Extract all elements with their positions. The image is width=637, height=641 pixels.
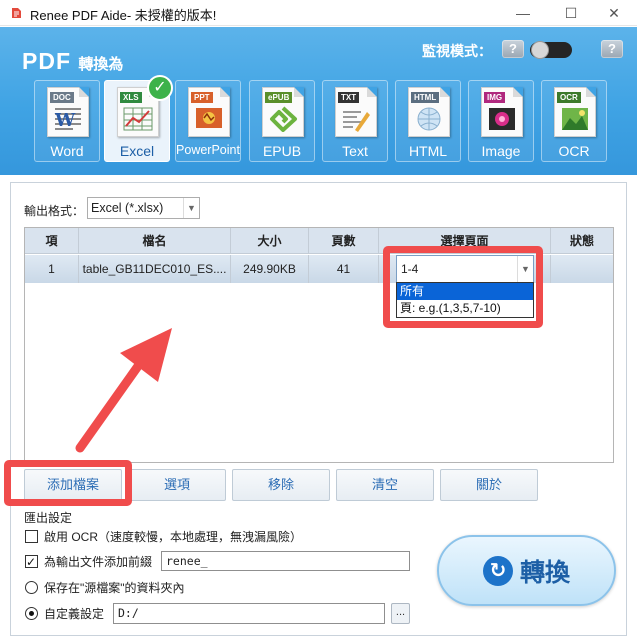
options-button[interactable]: 選項 — [128, 469, 226, 501]
ocr-tag: OCR — [557, 92, 581, 103]
format-ocr-label: OCR — [558, 143, 590, 159]
custom-path-label: 自定義設定 — [44, 607, 105, 621]
output-format-select[interactable]: Excel (*.xlsx) ▼ — [87, 197, 200, 219]
convert-button[interactable]: ↻ 轉換 — [437, 535, 616, 606]
format-powerpoint-label: PowerPoint — [176, 143, 240, 157]
epub-icon: ePUB — [262, 87, 304, 137]
browse-button[interactable]: ... — [391, 603, 410, 624]
format-word-button[interactable]: DOC W Word — [34, 80, 100, 162]
col-status[interactable]: 狀態 — [551, 228, 613, 254]
prefix-checkbox[interactable] — [25, 553, 38, 571]
prefix-input[interactable]: renee_ — [161, 551, 410, 571]
monitor-help-button[interactable]: ? — [502, 40, 524, 58]
window-title: Renee PDF Aide- 未授權的版本! — [30, 8, 217, 23]
text-tag: TXT — [338, 92, 360, 103]
header: PDF 轉換為 監視模式： ? ? DOC W Word XLS ✓ Excel — [0, 27, 637, 175]
format-image-label: Image — [481, 143, 521, 159]
col-filename[interactable]: 檔名 — [79, 228, 231, 254]
row-pages: 41 — [309, 255, 379, 283]
format-excel-label: Excel — [119, 143, 155, 159]
brand-subtitle: 轉換為 — [78, 56, 124, 73]
html-tag: HTML — [411, 92, 440, 103]
custom-path-radio[interactable] — [25, 607, 38, 620]
about-button[interactable]: 關於 — [440, 469, 538, 501]
minimize-button[interactable]: — — [500, 0, 546, 26]
ocr-checkbox[interactable] — [25, 530, 38, 543]
format-epub-button[interactable]: ePUB EPUB — [249, 80, 315, 162]
row-index: 1 — [25, 255, 79, 283]
prefix-label: 為輸出文件添加前綴 — [44, 555, 153, 569]
format-html-button[interactable]: HTML HTML — [395, 80, 461, 162]
format-excel-button[interactable]: XLS ✓ Excel — [104, 75, 173, 162]
prefix-option[interactable]: 為輸出文件添加前綴 — [25, 553, 152, 571]
row-size: 249.90KB — [231, 255, 309, 283]
col-pages[interactable]: 頁數 — [309, 228, 379, 254]
custom-path-input[interactable]: D:/ — [113, 603, 385, 624]
image-icon: IMG — [481, 87, 523, 137]
ocr-option[interactable]: 啟用 OCR（速度較慢，本地處理，無洩漏風險） — [25, 528, 302, 546]
excel-tag: XLS — [120, 92, 142, 103]
custom-path-option[interactable]: 自定義設定 — [25, 605, 104, 623]
help-button[interactable]: ? — [601, 40, 623, 58]
text-icon: TXT — [335, 87, 377, 137]
image-tag: IMG — [484, 92, 506, 103]
ocr-label: 啟用 OCR（速度較慢，本地處理，無洩漏風險） — [44, 530, 303, 544]
save-source-option[interactable]: 保存在"源檔案"的資料夾內 — [25, 579, 185, 597]
app-logo-icon — [12, 8, 21, 18]
chevron-down-icon: ▼ — [183, 198, 199, 218]
html-icon: HTML — [408, 87, 450, 137]
epub-tag: ePUB — [265, 92, 293, 103]
col-index[interactable]: 項 — [25, 228, 79, 254]
save-source-radio[interactable] — [25, 581, 38, 594]
format-epub-label: EPUB — [262, 143, 302, 159]
ocr-icon: OCR — [554, 87, 596, 137]
output-format-value: Excel (*.xlsx) — [91, 201, 164, 215]
word-icon: DOC W — [47, 87, 89, 137]
selected-check-icon: ✓ — [147, 75, 173, 101]
brand: PDF 轉換為 — [22, 48, 123, 75]
word-tag: DOC — [50, 92, 74, 103]
format-text-button[interactable]: TXT Text — [322, 80, 388, 162]
output-format-label: 輸出格式： — [24, 204, 85, 218]
svg-text:W: W — [54, 110, 76, 131]
row-status — [551, 255, 613, 283]
toggle-knob — [531, 41, 549, 59]
format-html-label: HTML — [408, 143, 448, 159]
format-ocr-button[interactable]: OCR OCR — [541, 80, 607, 162]
maximize-button[interactable]: ☐ — [548, 0, 594, 26]
format-word-label: Word — [50, 143, 84, 159]
clear-button[interactable]: 清空 — [336, 469, 434, 501]
title-bar: Renee PDF Aide- 未授權的版本! — ☐ ✕ — [0, 0, 637, 26]
powerpoint-icon: PPT — [188, 87, 230, 137]
convert-label: 轉換 — [520, 559, 571, 587]
monitor-mode-toggle[interactable] — [530, 41, 572, 59]
highlight-box-page-selection — [383, 246, 543, 328]
format-text-label: Text — [342, 143, 368, 159]
monitor-mode-label: 監視模式： — [422, 43, 492, 59]
format-image-button[interactable]: IMG Image — [468, 80, 534, 162]
row-filename: table_GB11DEC010_ES.... — [79, 255, 231, 283]
brand-pdf: PDF — [22, 48, 71, 74]
powerpoint-tag: PPT — [191, 92, 213, 103]
export-settings-title: 匯出設定 — [24, 511, 73, 525]
close-button[interactable]: ✕ — [591, 0, 637, 26]
format-powerpoint-button[interactable]: PPT PowerPoint — [175, 80, 241, 162]
format-bar: DOC W Word XLS ✓ Excel PPT PowerPoint eP… — [34, 75, 614, 162]
save-source-label: 保存在"源檔案"的資料夾內 — [44, 581, 185, 595]
col-size[interactable]: 大小 — [231, 228, 309, 254]
refresh-icon: ↻ — [483, 556, 513, 586]
remove-button[interactable]: 移除 — [232, 469, 330, 501]
highlight-box-add-file — [4, 460, 132, 506]
